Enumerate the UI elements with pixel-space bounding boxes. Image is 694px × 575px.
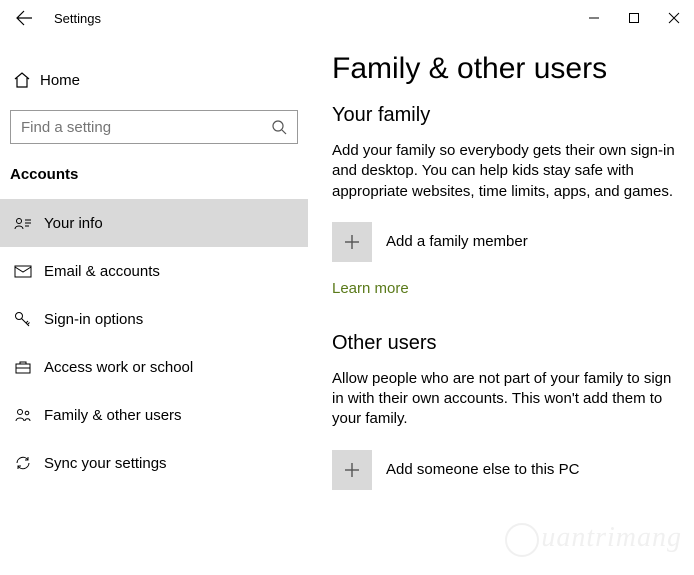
learn-more-link[interactable]: Learn more	[332, 280, 409, 297]
add-family-label: Add a family member	[386, 233, 528, 250]
briefcase-icon	[12, 359, 34, 375]
add-family-member-button[interactable]: Add a family member	[332, 222, 680, 262]
window-controls	[574, 0, 694, 36]
close-icon	[668, 12, 680, 24]
sidebar: Home Accounts Your info Email & acco	[0, 36, 308, 575]
sidebar-item-your-info[interactable]: Your info	[0, 199, 308, 247]
minimize-icon	[588, 12, 600, 24]
sidebar-item-label: Sync your settings	[44, 455, 167, 472]
arrow-left-icon	[15, 9, 33, 27]
close-button[interactable]	[654, 0, 694, 36]
back-button[interactable]	[6, 0, 42, 36]
sidebar-item-sync[interactable]: Sync your settings	[0, 439, 308, 487]
sync-icon	[12, 455, 34, 471]
family-heading: Your family	[332, 104, 680, 127]
sidebar-item-family-users[interactable]: Family & other users	[0, 391, 308, 439]
content-pane: Family & other users Your family Add you…	[308, 36, 694, 575]
search-wrap	[0, 102, 308, 144]
maximize-button[interactable]	[614, 0, 654, 36]
window-title: Settings	[54, 11, 101, 26]
search-field[interactable]	[21, 119, 263, 136]
sidebar-item-label: Email & accounts	[44, 263, 160, 280]
minimize-button[interactable]	[574, 0, 614, 36]
sidebar-home[interactable]: Home	[0, 58, 308, 102]
search-input[interactable]	[10, 110, 298, 144]
plus-icon	[342, 460, 362, 480]
home-icon	[12, 71, 32, 89]
other-users-heading: Other users	[332, 332, 680, 355]
sidebar-item-email-accounts[interactable]: Email & accounts	[0, 247, 308, 295]
sidebar-item-work-school[interactable]: Access work or school	[0, 343, 308, 391]
add-other-user-button[interactable]: Add someone else to this PC	[332, 450, 680, 490]
mail-icon	[12, 264, 34, 278]
other-users-description: Allow people who are not part of your fa…	[332, 369, 680, 430]
add-other-label: Add someone else to this PC	[386, 461, 579, 478]
sidebar-home-label: Home	[40, 72, 80, 89]
family-description: Add your family so everybody gets their …	[332, 141, 680, 202]
plus-box	[332, 450, 372, 490]
titlebar: Settings	[0, 0, 694, 36]
sidebar-item-label: Your info	[44, 215, 103, 232]
sidebar-item-signin-options[interactable]: Sign-in options	[0, 295, 308, 343]
sidebar-item-label: Family & other users	[44, 407, 182, 424]
search-icon	[271, 119, 287, 135]
people-icon	[12, 407, 34, 423]
plus-icon	[342, 232, 362, 252]
page-title: Family & other users	[332, 52, 680, 86]
plus-box	[332, 222, 372, 262]
user-card-icon	[12, 215, 34, 231]
maximize-icon	[628, 12, 640, 24]
sidebar-category: Accounts	[0, 144, 308, 199]
sidebar-item-label: Access work or school	[44, 359, 193, 376]
key-icon	[12, 311, 34, 327]
sidebar-item-label: Sign-in options	[44, 311, 143, 328]
main-area: Home Accounts Your info Email & acco	[0, 36, 694, 575]
